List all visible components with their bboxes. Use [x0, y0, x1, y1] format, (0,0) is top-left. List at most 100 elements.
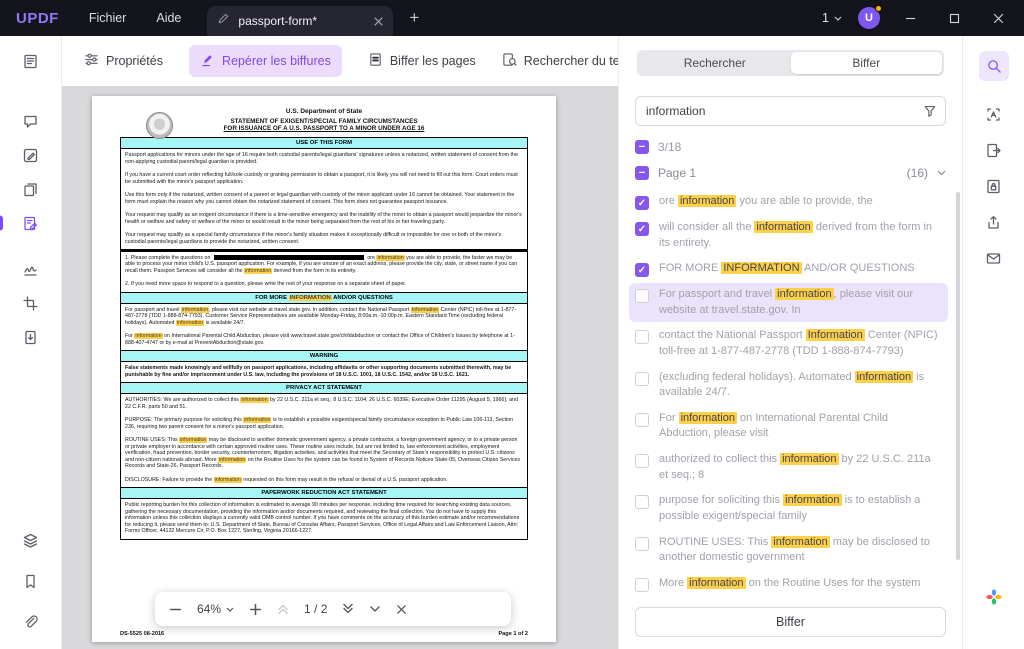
tab-close-icon[interactable] [374, 17, 383, 26]
right-tool-rail [962, 36, 1024, 649]
new-tab-button[interactable]: + [409, 8, 419, 28]
close-zoom-toolbar-button[interactable] [396, 604, 407, 615]
menu-fichier[interactable]: Fichier [89, 11, 127, 25]
highlighted-term: information [783, 494, 841, 506]
ai-assistant-icon[interactable] [963, 579, 1024, 615]
doc-paragraph: 1. Please complete the questions on ore … [121, 252, 527, 279]
bookmark-icon[interactable] [0, 564, 62, 598]
mail-icon[interactable] [963, 240, 1024, 276]
result-checkbox[interactable] [635, 413, 649, 427]
document-tab[interactable]: passport-form* [207, 6, 393, 36]
counter-dropdown[interactable]: 1 [822, 11, 842, 25]
protect-icon[interactable] [963, 168, 1024, 204]
redact-apply-button[interactable]: Biffer [635, 607, 946, 637]
sign-tool-icon[interactable] [0, 252, 62, 286]
maximize-button[interactable] [940, 4, 968, 32]
attachment-icon[interactable] [0, 605, 62, 639]
result-checkbox[interactable] [635, 289, 649, 303]
updf-logo[interactable]: UPDF [16, 10, 59, 27]
doc-paragraph: Your request may qualify as a special fa… [121, 229, 527, 249]
pdf-page[interactable]: U.S. Department of State STATEMENT OF EX… [92, 96, 556, 642]
search-text-button[interactable]: Rechercher du texte et [502, 52, 618, 70]
result-checkbox[interactable] [635, 372, 649, 386]
result-checkbox[interactable] [635, 196, 649, 210]
search-result-row[interactable]: For passport and travel information, ple… [629, 283, 948, 322]
result-text: FOR MORE INFORMATION AND/OR QUESTIONS [659, 261, 915, 277]
last-page-button[interactable] [342, 603, 354, 615]
extract-pages-icon[interactable] [0, 320, 62, 354]
search-result-row[interactable]: FOR MORE INFORMATION AND/OR QUESTIONS [629, 257, 948, 281]
section-header: PAPERWORK REDUCTION ACT STATEMENT [121, 487, 527, 499]
find-redactions-button[interactable]: Repérer les biffures [189, 45, 342, 77]
redaction-panel: Rechercher Biffer 3/18 Page 1 (16) ore i… [618, 36, 962, 649]
result-checkbox[interactable] [635, 454, 649, 468]
organize-pages-icon[interactable] [0, 172, 62, 206]
doc-paragraph: PURPOSE: The primary purpose for solicit… [121, 414, 527, 434]
tab-biffer[interactable]: Biffer [791, 52, 943, 74]
result-checkbox[interactable] [635, 330, 649, 344]
zoom-out-button[interactable] [169, 603, 182, 616]
doc-paragraph: DISCLOSURE: Failure to provide the infor… [121, 474, 527, 488]
edit-tool-icon[interactable] [0, 138, 62, 172]
page-group-header[interactable]: Page 1 (16) [635, 166, 946, 180]
chevron-down-icon [226, 607, 234, 612]
search-result-row[interactable]: authorized to collect this information b… [629, 448, 948, 487]
search-result-row[interactable]: More information on the Routine Uses for… [629, 572, 948, 593]
zoom-in-button[interactable] [249, 603, 262, 616]
crop-pages-icon[interactable] [0, 286, 62, 320]
highlighted-term: information [754, 221, 812, 233]
result-checkbox[interactable] [635, 495, 649, 509]
left-rail-bottom [0, 523, 62, 649]
result-checkbox[interactable] [635, 537, 649, 551]
redact-protect-icon[interactable] [0, 206, 62, 240]
properties-sliders-icon [84, 52, 99, 70]
tab-rechercher[interactable]: Rechercher [639, 52, 791, 74]
ocr-icon[interactable] [963, 96, 1024, 132]
search-result-row[interactable]: will consider all the information derive… [629, 216, 948, 255]
search-result-row[interactable]: ROUTINE USES: This information may be di… [629, 531, 948, 570]
redaction-toolbar: Propriétés Repérer les biffures Biffer l… [62, 36, 618, 86]
result-text: authorized to collect this information b… [659, 452, 942, 483]
search-result-row[interactable]: ore information you are able to provide,… [629, 190, 948, 214]
search-result-row[interactable]: purpose for soliciting this information … [629, 489, 948, 528]
search-result-row[interactable]: For information on International Parenta… [629, 407, 948, 446]
close-button[interactable] [984, 4, 1012, 32]
result-text: For information on International Parenta… [659, 411, 942, 442]
section-header: WARNING [121, 350, 527, 362]
select-all-checkbox[interactable] [635, 140, 649, 154]
panel-scrollbar[interactable] [956, 192, 960, 560]
filter-icon[interactable] [923, 104, 937, 123]
zoom-level-dropdown[interactable]: 64% [197, 602, 234, 616]
redact-pages-button[interactable]: Biffer les pages [368, 52, 476, 70]
highlighted-term: information [679, 412, 737, 424]
next-page-button[interactable] [369, 603, 381, 615]
result-checkbox[interactable] [635, 222, 649, 236]
result-checkbox[interactable] [635, 578, 649, 592]
result-checkbox[interactable] [635, 263, 649, 277]
highlighted-term: INFORMATION [721, 262, 801, 274]
avatar[interactable]: U [858, 7, 880, 29]
minimize-button[interactable] [896, 4, 924, 32]
export-pdf-icon[interactable] [963, 132, 1024, 168]
page-group-checkbox[interactable] [635, 166, 649, 180]
redact-pages-icon [368, 52, 383, 70]
redact-pages-label: Biffer les pages [390, 54, 476, 68]
highlighted-term: information [179, 437, 207, 443]
comment-tool-icon[interactable] [0, 104, 62, 138]
highlighted-term: information [780, 453, 838, 465]
reader-view-icon[interactable] [0, 44, 62, 78]
section-header: USE OF THIS FORM [121, 138, 527, 149]
doc-paragraph: Use this form only if the notarized, wri… [121, 189, 527, 209]
tab-edit-icon [217, 12, 230, 30]
search-input[interactable] [635, 96, 946, 126]
first-page-button[interactable] [277, 603, 289, 615]
layers-icon[interactable] [0, 523, 62, 557]
share-icon[interactable] [963, 204, 1024, 240]
properties-button[interactable]: Propriétés [84, 52, 163, 70]
chevron-down-icon[interactable] [937, 170, 946, 176]
menu-aide[interactable]: Aide [156, 11, 181, 25]
search-result-row[interactable]: contact the National Passport Informatio… [629, 324, 948, 363]
search-result-row[interactable]: (excluding federal holidays). Automated … [629, 366, 948, 405]
search-icon[interactable] [963, 48, 1024, 84]
selection-counter: 3/18 [658, 140, 681, 154]
